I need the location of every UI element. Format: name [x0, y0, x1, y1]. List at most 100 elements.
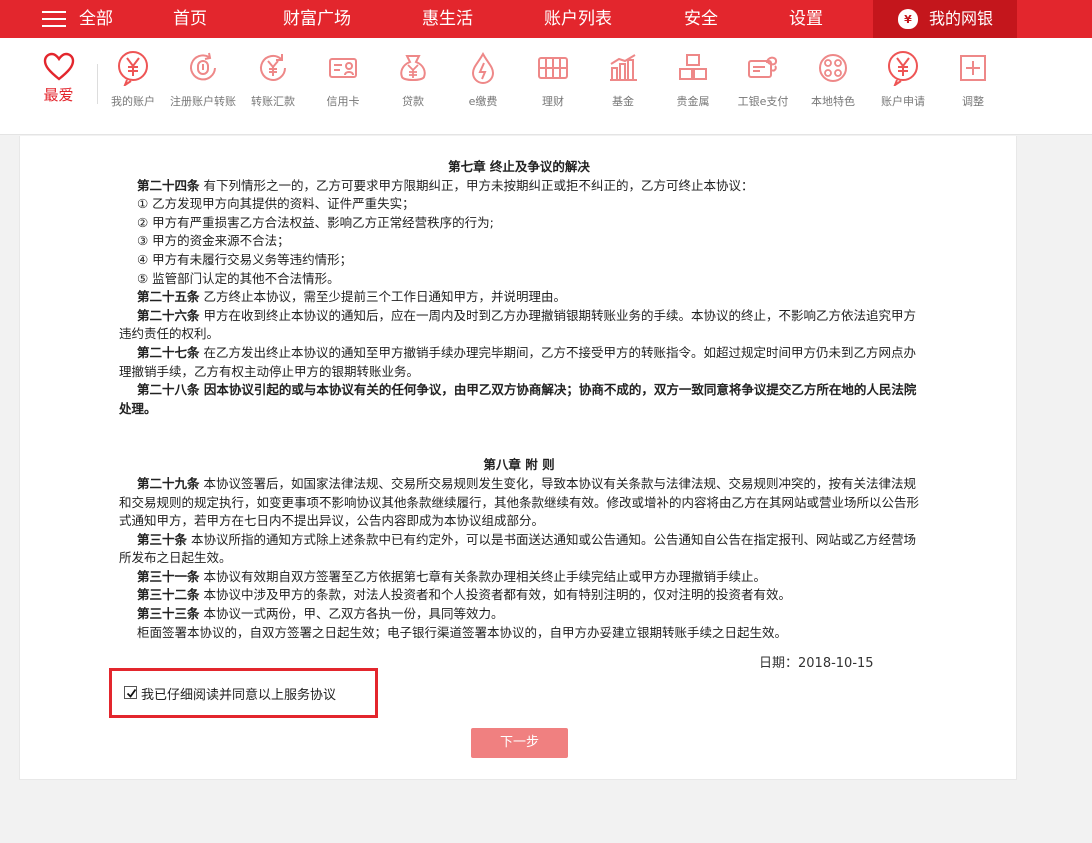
article-27-heading: 第二十七条: [137, 344, 200, 360]
article-24: 第二十四条 有下列情形之一的，乙方可要求甲方限期纠正，甲方未按期纠正或拒不纠正的…: [119, 177, 919, 196]
tool-transfer[interactable]: 转账汇款: [238, 50, 308, 109]
article-24-item-5: ⑤ 监管部门认定的其他不合法情形。: [137, 270, 340, 286]
article-32-heading: 第三十二条: [137, 587, 200, 603]
article-25-text: 乙方终止本协议，需至少提前三个工作日通知甲方，并说明理由。: [199, 289, 566, 305]
tool-e-payment[interactable]: e缴费: [448, 50, 518, 109]
agree-label[interactable]: 我已仔细阅读并同意以上服务协议: [141, 684, 336, 703]
nav-wealth-square[interactable]: 财富广场: [283, 0, 351, 38]
local-feature-icon: [819, 54, 847, 82]
article-24-text: 有下列情形之一的，乙方可要求甲方限期纠正，甲方未按期纠正或拒不纠正的，乙方可终止…: [199, 177, 754, 193]
article-24-heading: 第二十四条: [137, 177, 200, 193]
tool-credit-card[interactable]: 信用卡: [308, 50, 378, 109]
tool-label: 信用卡: [326, 95, 360, 108]
article-27: 第二十七条 在乙方发出终止本协议的通知至甲方撤销手续办理完毕期间，乙方不接受甲方…: [119, 344, 919, 381]
article-26: 第二十六条 甲方在收到终止本协议的通知后，应在一周内及时到乙方办理撤销银期转账业…: [119, 307, 919, 344]
article-24-item-1: ① 乙方发现甲方向其提供的资料、证件严重失实；: [137, 196, 415, 212]
tool-account-apply[interactable]: 账户申请: [868, 50, 938, 109]
payment-drop-icon: [471, 51, 495, 84]
fund-chart-icon: [610, 54, 637, 81]
tool-precious-metal[interactable]: 贵金属: [658, 50, 728, 109]
tool-label: 贷款: [402, 95, 424, 108]
article-28: 第二十八条 因本协议引起的或与本协议有关的任何争议，由甲乙双方协商解决；协商不成…: [119, 381, 919, 418]
favorite-button[interactable]: 最爱: [36, 52, 81, 105]
nav-all[interactable]: 全部: [79, 0, 113, 38]
article-31: 第三十一条 本协议有效期自双方签署至乙方依据第七章有关条款办理相关终止手续完结止…: [119, 568, 919, 587]
nav-settings[interactable]: 设置: [789, 0, 823, 38]
tool-local-feature[interactable]: 本地特色: [798, 50, 868, 109]
hamburger-menu-icon[interactable]: [42, 11, 66, 28]
loan-bag-icon: [400, 55, 426, 81]
tool-icbc-e-pay[interactable]: 工银e支付: [728, 50, 798, 109]
tool-label: 注册账户转账: [170, 95, 236, 108]
my-ebank-label: 我的网银: [929, 9, 994, 28]
article-25-heading: 第二十五条: [137, 289, 200, 305]
closing-clause: 柜面签署本协议的，自双方签署之日起生效；电子银行渠道签署本协议的，自甲方办妥建立…: [137, 624, 788, 640]
e-pay-icon: [748, 56, 778, 78]
top-navigation-bar: 全部 首页 财富广场 惠生活 账户列表 安全 设置 ¥ 我的网银: [0, 0, 1092, 38]
article-31-heading: 第三十一条: [137, 568, 200, 584]
my-ebank-button[interactable]: ¥ 我的网银: [873, 0, 1017, 38]
agreement-date: 日期：2018-10-15: [759, 656, 874, 671]
adjust-plus-icon: [960, 55, 986, 81]
agreement-panel: 第七章 终止及争议的解决 第二十四条 有下列情形之一的，乙方可要求甲方限期纠正，…: [19, 136, 1017, 780]
article-32: 第三十二条 本协议中涉及甲方的条款，对法人投资者和个人投资者都有效，如有特别注明…: [119, 586, 919, 605]
tool-label: 我的账户: [111, 95, 155, 108]
account-apply-icon: [888, 51, 918, 86]
tool-my-account[interactable]: 我的账户: [98, 50, 168, 109]
tool-adjust[interactable]: 调整: [938, 50, 1008, 109]
article-27-text: 在乙方发出终止本协议的通知至甲方撤销手续办理完毕期间，乙方不接受甲方的转账指令。…: [119, 344, 916, 379]
tool-register-transfer[interactable]: 注册账户转账: [168, 50, 238, 109]
article-28-text: 第二十八条 因本协议引起的或与本协议有关的任何争议，由甲乙双方协商解决；协商不成…: [119, 382, 917, 416]
agree-highlight-box: 我已仔细阅读并同意以上服务协议: [109, 668, 378, 718]
heart-icon: [43, 52, 74, 81]
tool-finance[interactable]: 理财: [518, 50, 588, 109]
nav-account-list[interactable]: 账户列表: [544, 0, 612, 38]
chapter-7-title: 第七章 终止及争议的解决: [448, 159, 590, 174]
article-29-heading: 第二十九条: [137, 475, 200, 491]
article-32-text: 本协议中涉及甲方的条款，对法人投资者和个人投资者都有效，如有特别注明的，仅对注明…: [199, 587, 791, 603]
article-25: 第二十五条 乙方终止本协议，需至少提前三个工作日通知甲方，并说明理由。: [119, 288, 919, 307]
agree-checkbox[interactable]: [124, 686, 137, 699]
agreement-text: 第七章 终止及争议的解决 第二十四条 有下列情形之一的，乙方可要求甲方限期纠正，…: [119, 158, 919, 642]
article-30-text: 本协议所指的通知方式除上述条款中已有约定外，可以是书面送达通知或公告通知。公告通…: [119, 531, 916, 566]
article-33-text: 本协议一式两份，甲、乙双方各执一份，具同等效力。: [199, 606, 504, 622]
favorite-label: 最爱: [43, 86, 74, 104]
article-33: 第三十三条 本协议一式两份，甲、乙双方各执一份，具同等效力。: [119, 605, 919, 624]
article-30: 第三十条 本协议所指的通知方式除上述条款中已有约定外，可以是书面送达通知或公告通…: [119, 531, 919, 568]
precious-metal-icon: [679, 54, 707, 80]
finance-abacus-icon: [538, 57, 568, 79]
tool-label: 转账汇款: [251, 95, 295, 108]
nav-home[interactable]: 首页: [173, 0, 207, 38]
tool-label: e缴费: [468, 95, 498, 108]
credit-card-icon: [329, 58, 357, 78]
article-33-heading: 第三十三条: [137, 606, 200, 622]
transfer-icon: [260, 54, 286, 81]
article-29: 第二十九条 本协议签署后，如国家法律法规、交易所交易规则发生变化，导致本协议有关…: [119, 475, 919, 531]
article-24-item-2: ② 甲方有严重损害乙方合法权益、影响乙方正常经营秩序的行为;: [137, 214, 494, 230]
tool-label: 贵金属: [676, 95, 710, 108]
money-bag-icon: ¥: [898, 9, 918, 29]
article-24-item-4: ④ 甲方有未履行交易义务等违约情形；: [137, 251, 353, 267]
article-26-heading: 第二十六条: [137, 307, 200, 323]
article-30-heading: 第三十条: [137, 531, 188, 547]
register-transfer-icon: [190, 52, 216, 81]
article-24-item-3: ③ 甲方的资金来源不合法；: [137, 233, 290, 249]
tool-loan[interactable]: 贷款: [378, 50, 448, 109]
nav-security[interactable]: 安全: [684, 0, 718, 38]
tool-label: 理财: [542, 95, 564, 108]
tool-label: 工银e支付: [737, 95, 789, 108]
shortcut-toolbar: 最爱 我的账户 注册账户转账 转账汇款 信用卡 贷款 e缴费 理财 基金 贵金属…: [0, 38, 1092, 135]
tool-fund[interactable]: 基金: [588, 50, 658, 109]
article-31-text: 本协议有效期自双方签署至乙方依据第七章有关条款办理相关终止手续完结止或甲方办理撤…: [199, 568, 766, 584]
yen-circle-icon: [118, 51, 148, 86]
article-29-text: 本协议签署后，如国家法律法规、交易所交易规则发生变化，导致本协议有关条款与法律法…: [119, 475, 920, 529]
tool-label: 本地特色: [811, 95, 855, 108]
article-26-text: 甲方在收到终止本协议的通知后，应在一周内及时到乙方办理撤销银期转账业务的手续。本…: [119, 307, 916, 342]
tool-label: 账户申请: [881, 95, 925, 108]
checkmark-icon: [126, 688, 137, 698]
nav-life[interactable]: 惠生活: [422, 0, 473, 38]
tool-label: 调整: [962, 95, 984, 108]
tool-label: 基金: [612, 95, 634, 108]
chapter-8-title: 第八章 附 则: [483, 457, 555, 473]
next-step-button[interactable]: 下一步: [471, 728, 568, 758]
